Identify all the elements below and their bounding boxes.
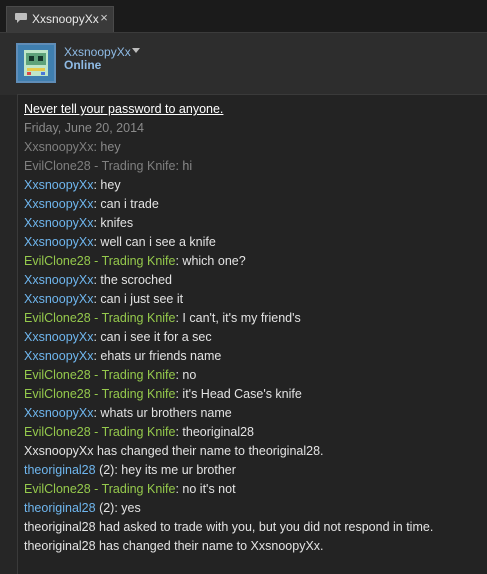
chat-message: XxsnoopyXx: whats ur brothers name (24, 404, 487, 423)
message-text: : no (175, 368, 197, 382)
message-text: : theoriginal28 (175, 425, 255, 439)
sender-name: EvilClone28 - Trading Knife (24, 254, 176, 268)
avatar[interactable] (16, 43, 56, 83)
system-notice: XxsnoopyXx has changed their name to the… (24, 444, 324, 458)
tab-bar: XxsnoopyXx × (0, 0, 487, 32)
sender-name: EvilClone28 - Trading Knife (24, 311, 176, 325)
tab-title: XxsnoopyXx (32, 12, 99, 26)
sender-name: XxsnoopyXx (24, 406, 94, 420)
chat-message: XxsnoopyXx: hey (24, 176, 487, 195)
sender-name: EvilClone28 - Trading Knife (24, 368, 176, 382)
message-text: : can i just see it (93, 292, 184, 306)
message-text: : can i trade (93, 197, 159, 211)
sender-name: XxsnoopyXx (24, 273, 94, 287)
chat-window: XxsnoopyXx × XxsnoopyXx Online Never tel… (0, 0, 487, 574)
security-warning: Never tell your password to anyone. (24, 102, 224, 116)
chat-message: XxsnoopyXx: can i just see it (24, 290, 487, 309)
system-notice: theoriginal28 has changed their name to … (24, 539, 324, 553)
message-text: : knifes (93, 216, 134, 230)
friend-status: Online (64, 58, 102, 72)
chat-message: XxsnoopyXx: ehats ur friends name (24, 347, 487, 366)
message-text: : whats ur brothers name (93, 406, 232, 420)
sender-name: XxsnoopyXx (24, 197, 94, 211)
chat-message: theoriginal28 (2): hey its me ur brother (24, 461, 487, 480)
chat-message: theoriginal28 (2): yes (24, 499, 487, 518)
robot-avatar-icon (18, 45, 54, 81)
chat-bubble-icon (15, 13, 27, 23)
message-text: : I can't, it's my friend's (175, 311, 301, 325)
chat-message: XxsnoopyXx: can i see it for a sec (24, 328, 487, 347)
system-notice: theoriginal28 had asked to trade with yo… (24, 520, 434, 534)
chevron-down-icon[interactable] (132, 48, 140, 53)
chat-message: XxsnoopyXx: can i trade (24, 195, 487, 214)
friend-username[interactable]: XxsnoopyXx (64, 45, 131, 59)
sender-name: EvilClone28 - Trading Knife (24, 387, 176, 401)
message-text: : hi (175, 159, 193, 173)
message-text: : ehats ur friends name (93, 349, 222, 363)
chat-message: XxsnoopyXx: knifes (24, 214, 487, 233)
chat-log[interactable]: Never tell your password to anyone. Frid… (17, 94, 487, 574)
message-text: (2): yes (95, 501, 141, 515)
message-text: : can i see it for a sec (93, 330, 212, 344)
sender-name: theoriginal28 (24, 501, 96, 515)
history-message: EvilClone28 - Trading Knife: hi (24, 157, 487, 176)
sender-name: XxsnoopyXx (24, 140, 94, 154)
chat-message: XxsnoopyXx: the scroched (24, 271, 487, 290)
sender-name: XxsnoopyXx (24, 216, 94, 230)
chat-message: EvilClone28 - Trading Knife: I can't, it… (24, 309, 487, 328)
message-text: (2): hey its me ur brother (95, 463, 236, 477)
chat-message: EvilClone28 - Trading Knife: which one? (24, 252, 487, 271)
sender-name: EvilClone28 - Trading Knife (24, 482, 176, 496)
message-text: : the scroched (93, 273, 172, 287)
message-text: : no it's not (175, 482, 236, 496)
tab-chat-xxsnoopyxx[interactable]: XxsnoopyXx × (6, 6, 114, 32)
chat-message: EvilClone28 - Trading Knife: no (24, 366, 487, 385)
close-icon[interactable]: × (97, 11, 111, 25)
chat-message: EvilClone28 - Trading Knife: it's Head C… (24, 385, 487, 404)
sender-name: EvilClone28 - Trading Knife (24, 425, 176, 439)
sender-name: XxsnoopyXx (24, 349, 94, 363)
sender-name: theoriginal28 (24, 463, 96, 477)
chat-message: XxsnoopyXx: well can i see a knife (24, 233, 487, 252)
message-text: : it's Head Case's knife (175, 387, 302, 401)
date-separator: Friday, June 20, 2014 (24, 121, 144, 135)
history-message: XxsnoopyXx: hey (24, 138, 487, 157)
message-text: : hey (93, 140, 121, 154)
sender-name: XxsnoopyXx (24, 292, 94, 306)
sender-name: XxsnoopyXx (24, 178, 94, 192)
friend-header: XxsnoopyXx Online (0, 32, 487, 95)
message-text: : well can i see a knife (93, 235, 216, 249)
chat-message: EvilClone28 - Trading Knife: no it's not (24, 480, 487, 499)
message-text: : hey (93, 178, 121, 192)
sender-name: XxsnoopyXx (24, 330, 94, 344)
sender-name: EvilClone28 - Trading Knife (24, 159, 176, 173)
sender-name: XxsnoopyXx (24, 235, 94, 249)
chat-message: EvilClone28 - Trading Knife: theoriginal… (24, 423, 487, 442)
message-text: : which one? (175, 254, 246, 268)
